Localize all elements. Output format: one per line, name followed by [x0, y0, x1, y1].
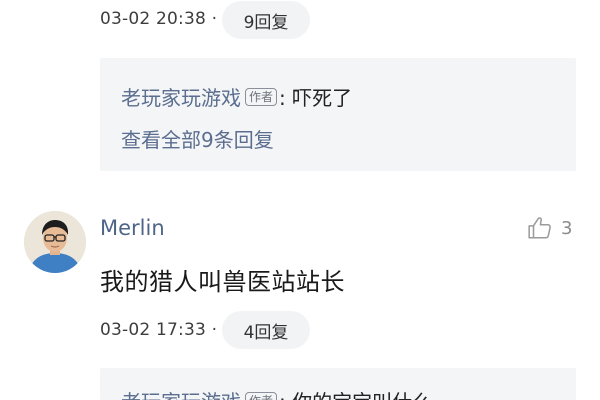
view-all-replies-row: 查看全部9条回复	[121, 124, 274, 153]
comment-feed: 03-02 20:38 · 9回复 老玩家玩游戏 作者 : 吓死了 查看全部9条…	[0, 0, 600, 400]
reply-count-button[interactable]: 4回复	[222, 311, 310, 349]
user-avatar[interactable]	[24, 211, 86, 273]
like-button[interactable]: 3	[527, 215, 572, 241]
reply-text: : 你的宝宝叫什么	[279, 386, 432, 400]
comment-timestamp: 03-02 20:38 ·	[100, 9, 218, 29]
reply-preview-box[interactable]: 老玩家玩游戏 作者 : 吓死了 查看全部9条回复	[100, 58, 576, 171]
comment-username[interactable]: Merlin	[100, 216, 165, 240]
reply-count-button[interactable]: 9回复	[222, 1, 310, 39]
reply-preview-line: 老玩家玩游戏 作者 : 吓死了	[121, 82, 352, 111]
comment-timestamp: 03-02 17:33 ·	[100, 320, 218, 340]
avatar-image	[24, 211, 86, 273]
reply-preview-box[interactable]: 老玩家玩游戏 作者 : 你的宝宝叫什么	[100, 368, 576, 400]
thumbs-up-icon	[528, 217, 551, 239]
like-count: 3	[561, 217, 573, 239]
view-all-replies-link[interactable]: 查看全部9条回复	[121, 124, 274, 153]
reply-author-link[interactable]: 老玩家玩游戏	[121, 82, 241, 111]
comment-text: 我的猎人叫兽医站站长	[100, 268, 345, 296]
author-badge: 作者	[245, 87, 278, 106]
author-badge: 作者	[245, 391, 278, 400]
reply-text: : 吓死了	[279, 86, 353, 110]
reply-preview-line: 老玩家玩游戏 作者 : 你的宝宝叫什么	[121, 386, 432, 400]
reply-author-link[interactable]: 老玩家玩游戏	[121, 386, 241, 400]
